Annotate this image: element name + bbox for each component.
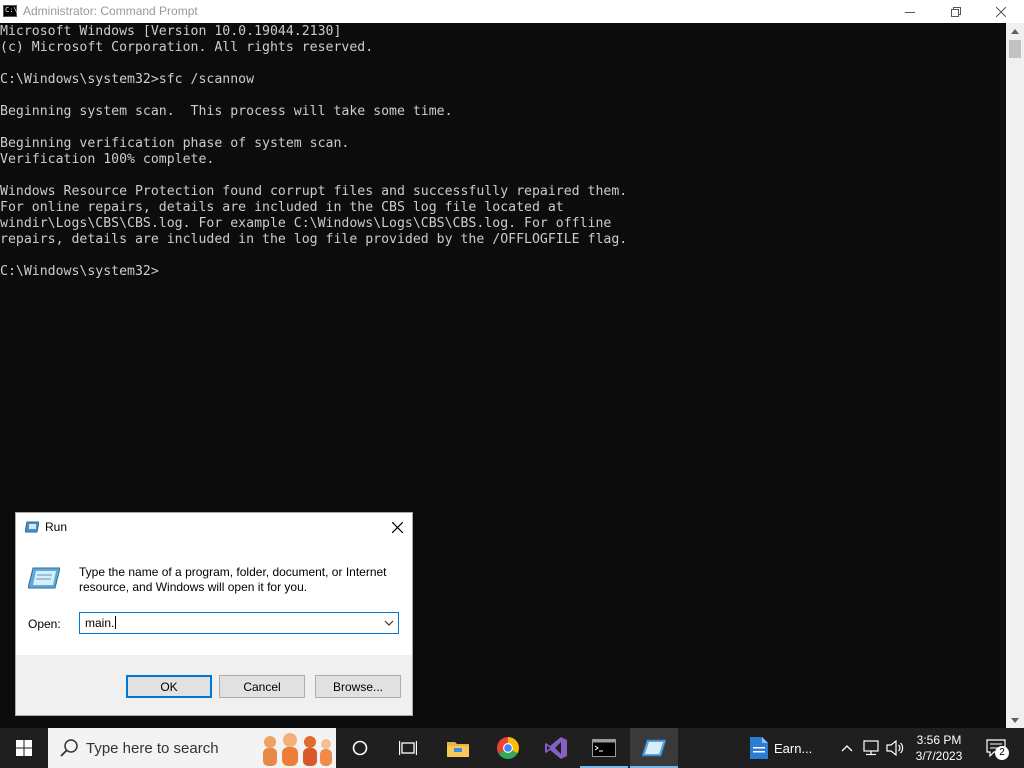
visual-studio-button[interactable] — [532, 728, 580, 768]
cancel-button[interactable]: Cancel — [219, 675, 305, 698]
network-icon — [863, 740, 879, 756]
chrome-button[interactable] — [484, 728, 532, 768]
clock-date: 3/7/2023 — [915, 749, 963, 763]
run-dialog: Run Type the name of a program, folder, … — [15, 512, 413, 716]
close-icon — [391, 521, 403, 533]
run-taskbar-button[interactable] — [630, 728, 678, 768]
action-center-button[interactable]: 2 — [976, 728, 1016, 768]
scroll-up-button[interactable] — [1006, 23, 1024, 39]
search-icon — [60, 739, 78, 757]
dropdown-button[interactable] — [383, 617, 395, 629]
chevron-up-icon — [1011, 28, 1019, 34]
run-icon — [642, 739, 666, 757]
scroll-down-button[interactable] — [1006, 712, 1024, 728]
volume-icon — [886, 740, 904, 756]
run-dialog-title: Run — [45, 520, 68, 534]
document-icon — [750, 737, 768, 759]
earn-label: Earn... — [774, 740, 813, 756]
chrome-icon — [497, 737, 519, 759]
notification-count-badge: 2 — [995, 746, 1009, 760]
volume-button[interactable] — [884, 728, 906, 768]
file-explorer-icon — [447, 742, 469, 757]
search-placeholder: Type here to search — [86, 739, 219, 757]
open-label: Open: — [28, 617, 61, 631]
window-titlebar[interactable]: C:\ Administrator: Command Prompt — [0, 0, 1024, 23]
network-button[interactable] — [860, 728, 882, 768]
chevron-down-icon — [1011, 717, 1019, 723]
file-explorer-button[interactable] — [434, 728, 482, 768]
show-hidden-icons-button[interactable] — [838, 728, 856, 768]
start-button[interactable] — [0, 728, 48, 768]
run-close-button[interactable] — [384, 514, 410, 540]
clock-time: 3:56 PM — [916, 733, 962, 747]
browse-button[interactable]: Browse... — [315, 675, 401, 698]
cortana-icon — [352, 740, 368, 756]
minimize-icon — [905, 11, 915, 13]
restore-icon — [951, 6, 961, 17]
task-view-icon — [399, 741, 417, 755]
close-button[interactable] — [978, 0, 1024, 23]
restore-button[interactable] — [933, 0, 979, 23]
console-output: Microsoft Windows [Version 10.0.19044.21… — [0, 24, 628, 279]
minimize-button[interactable] — [887, 0, 933, 23]
vertical-scrollbar[interactable] — [1006, 23, 1024, 728]
command-prompt-icon — [592, 739, 616, 757]
ok-button[interactable]: OK — [126, 675, 212, 698]
search-highlight-illustration-icon — [263, 733, 332, 766]
window-title: Administrator: Command Prompt — [23, 4, 198, 18]
run-description: Type the name of a program, folder, docu… — [79, 565, 387, 594]
chevron-up-icon — [841, 745, 853, 752]
run-icon — [25, 521, 39, 533]
cortana-button[interactable] — [336, 728, 384, 768]
command-prompt-taskbar-button[interactable] — [580, 728, 628, 768]
text-caret — [115, 616, 117, 629]
run-program-icon — [28, 567, 60, 589]
chevron-down-icon — [384, 620, 394, 626]
scroll-thumb[interactable] — [1009, 40, 1021, 58]
open-combobox[interactable]: main. — [79, 612, 399, 634]
visual-studio-icon — [545, 737, 567, 759]
earn-taskbar-button[interactable]: Earn... — [750, 728, 832, 768]
taskbar-search-box[interactable]: Type here to search — [48, 728, 336, 768]
taskbar: Type here to search Earn... 3:56 PM 3/7/… — [0, 728, 1024, 768]
start-icon — [16, 740, 32, 756]
run-dialog-titlebar[interactable]: Run — [16, 513, 412, 541]
clock[interactable]: 3:56 PM 3/7/2023 — [908, 728, 970, 768]
run-dialog-body: Type the name of a program, folder, docu… — [16, 541, 412, 655]
open-input-value[interactable]: main. — [85, 616, 117, 630]
close-icon — [996, 6, 1006, 17]
console-icon: C:\ — [3, 5, 18, 17]
task-view-button[interactable] — [384, 728, 432, 768]
